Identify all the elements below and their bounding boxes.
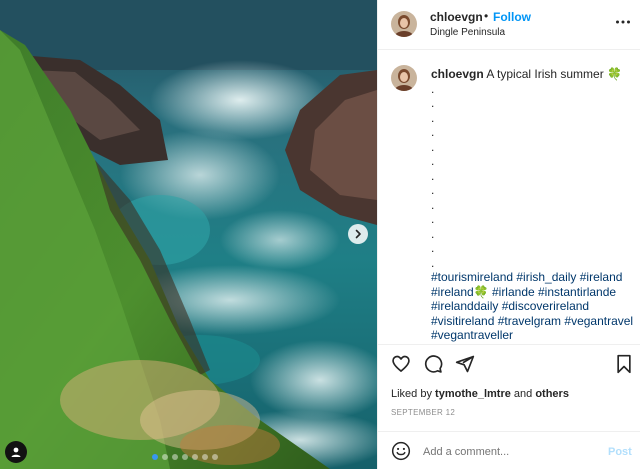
carousel-dot [182, 454, 188, 460]
share-icon[interactable] [455, 354, 475, 374]
avatar-image [391, 11, 417, 37]
likes-prefix: Liked by [391, 388, 432, 400]
likes-summary: Liked by tymothe_lmtre and others [391, 388, 569, 400]
caption-hashtags[interactable]: #tourismireland #irish_daily #ireland #i… [431, 270, 636, 343]
caption-dot: . [431, 125, 435, 139]
bookmark-icon[interactable] [615, 354, 633, 374]
caption-dot: . [431, 241, 435, 255]
carousel-indicator [152, 454, 218, 460]
comment-icon[interactable] [423, 354, 443, 374]
carousel-dot [152, 454, 158, 460]
caption-body: chloevgn A typical Irish summer 🍀 ......… [431, 67, 636, 343]
caption-dot: . [431, 183, 435, 197]
post-photo[interactable] [0, 0, 377, 469]
user-icon [11, 447, 21, 457]
caption-dot: . [431, 154, 435, 168]
post-header: chloevgn • Follow Dingle Peninsula [378, 0, 640, 50]
avatar-image [391, 65, 417, 91]
heart-icon[interactable] [391, 354, 411, 374]
caption-dot: . [431, 81, 435, 96]
caption-dot: . [431, 226, 435, 241]
tagged-users-button[interactable] [5, 441, 27, 463]
caption-username[interactable]: chloevgn [431, 67, 484, 81]
caption-dot: . [431, 168, 435, 183]
carousel-dot [202, 454, 208, 460]
caption-text: A typical Irish summer 🍀 [486, 67, 622, 81]
post-comment-button[interactable]: Post [608, 446, 632, 458]
carousel-dot [162, 454, 168, 460]
likes-others-link[interactable]: others [535, 388, 569, 400]
separator-dot: • [484, 9, 489, 23]
carousel-dot [192, 454, 198, 460]
emoji-icon[interactable] [391, 441, 411, 461]
location-link[interactable]: Dingle Peninsula [430, 27, 505, 38]
caption-dot: . [431, 197, 435, 212]
caption-dot: . [431, 96, 435, 110]
post-date[interactable]: SEPTEMBER 12 [391, 408, 455, 417]
carousel-dot [212, 454, 218, 460]
avatar[interactable] [391, 65, 417, 91]
caption-dot: . [431, 255, 435, 270]
carousel-dot [172, 454, 178, 460]
caption-dot: . [431, 212, 435, 226]
caption-dot: . [431, 110, 435, 125]
post-actions: Liked by tymothe_lmtre and others SEPTEM… [378, 344, 640, 431]
likes-user-link[interactable]: tymothe_lmtre [435, 388, 511, 400]
post-details-panel: chloevgn • Follow Dingle Peninsula chloe… [377, 0, 640, 469]
comment-input[interactable] [423, 446, 583, 458]
avatar[interactable] [391, 11, 417, 37]
likes-and: and [513, 388, 533, 400]
caption-dots: ............. [431, 82, 636, 271]
post-caption: chloevgn A typical Irish summer 🍀 ......… [378, 51, 640, 344]
chevron-right-icon [355, 229, 361, 239]
username-link[interactable]: chloevgn [430, 10, 483, 24]
photo-scene [0, 0, 377, 469]
more-horizontal-icon[interactable] [615, 14, 631, 30]
comment-bar: Post [378, 431, 640, 469]
next-slide-button[interactable] [348, 224, 368, 244]
follow-button[interactable]: Follow [493, 10, 531, 24]
caption-dot: . [431, 139, 435, 154]
